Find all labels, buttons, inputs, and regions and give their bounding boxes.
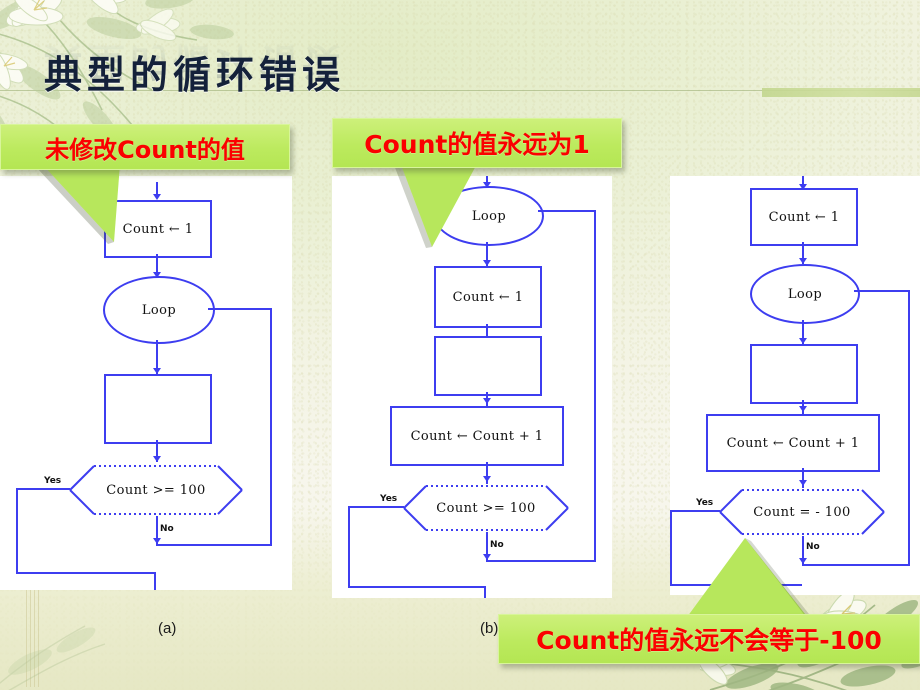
figure-c-body-box — [750, 344, 858, 404]
callout-b[interactable]: Count的值永远为1 — [332, 118, 624, 248]
page-title: 典型的循环错误 — [44, 53, 346, 97]
figure-b-increment-box: Count ← Count + 1 — [390, 406, 564, 466]
figure-b-edge-assign-to-body — [486, 324, 488, 336]
figure-a-loop-ellipse: Loop — [103, 276, 215, 344]
figure-c-loop-ellipse: Loop — [750, 264, 860, 324]
figure-c-yes-label: Yes — [696, 498, 714, 508]
figure-b-assign-text: Count ← 1 — [452, 289, 524, 305]
figure-a-feedback-edge-v — [270, 308, 272, 546]
figure-c-increment-text: Count ← Count + 1 — [726, 435, 860, 451]
figure-b-yes-label: Yes — [380, 494, 398, 504]
figure-b-yes-edge-v — [348, 506, 350, 588]
figure-a-yes-edge-h2 — [16, 572, 156, 574]
callout-b-pointer — [332, 162, 624, 248]
figure-a-decision-text: Count >= 100 — [106, 482, 206, 498]
left-stripe-decoration — [26, 575, 40, 687]
figure-a-caption: (a) — [158, 620, 177, 637]
figure-a-decision-hexagon: Count >= 100 — [68, 462, 244, 518]
figure-a-no-edge-h — [156, 544, 272, 546]
callout-a[interactable]: 未修改Count的值 — [0, 124, 292, 244]
figure-b-decision-text: Count >= 100 — [436, 500, 536, 516]
figure-b-yes-edge-h1 — [348, 506, 404, 508]
figure-c-flowchart: Count ← 1 Loop Count ← Count + 1 Count =… — [670, 176, 920, 595]
figure-b-assign-box: Count ← 1 — [434, 266, 542, 328]
figure-a-body-box — [104, 374, 212, 444]
figure-b-yes-edge-v2 — [484, 586, 486, 598]
callout-c[interactable]: Count的值永远不会等于-100 — [498, 535, 920, 690]
figure-b-decision-hexagon: Count >= 100 — [402, 482, 570, 534]
figure-c-decision-hexagon: Count = - 100 — [718, 486, 886, 538]
figure-a-yes-label: Yes — [44, 476, 62, 486]
figure-b-caption: (b) — [480, 620, 499, 637]
figure-a-yes-edge-h1 — [16, 488, 70, 490]
figure-c-assign-text: Count ← 1 — [768, 209, 840, 225]
callout-c-box[interactable]: Count的值永远不会等于-100 — [498, 614, 920, 664]
figure-c-feedback-edge-v — [908, 290, 910, 566]
callout-b-box[interactable]: Count的值永远为1 — [332, 118, 622, 168]
figure-c-decision-text: Count = - 100 — [753, 504, 851, 520]
figure-c-increment-box: Count ← Count + 1 — [706, 414, 880, 472]
callout-a-pointer — [0, 164, 292, 244]
figure-b-yes-edge-h2 — [348, 586, 486, 588]
figure-c-feedback-edge-h — [854, 290, 910, 292]
figure-c-loop-text: Loop — [787, 286, 823, 302]
figure-b-body-box — [434, 336, 542, 396]
figure-a-no-label: No — [160, 524, 174, 534]
figure-c-arrow-inc — [799, 406, 807, 412]
header-accent-bar — [762, 88, 920, 97]
figure-a-yes-edge-v — [16, 488, 18, 574]
figure-b-arrow-inc — [483, 398, 491, 404]
figure-c-panel: Count ← 1 Loop Count ← Count + 1 Count =… — [670, 176, 920, 595]
figure-a-feedback-edge-h — [208, 308, 272, 310]
figure-c-yes-edge-h1 — [670, 510, 720, 512]
callout-a-box[interactable]: 未修改Count的值 — [0, 124, 290, 170]
figure-c-assign-box: Count ← 1 — [750, 188, 858, 246]
figure-a-loop-text: Loop — [141, 302, 177, 318]
figure-b-increment-text: Count ← Count + 1 — [410, 428, 544, 444]
slide-canvas: 典型的循环错误 典型的循环错误 Count ← 1 Loop Count >= … — [0, 0, 920, 690]
figure-a-yes-edge-v2 — [154, 572, 156, 590]
figure-b-feedback-edge-v — [594, 210, 596, 562]
